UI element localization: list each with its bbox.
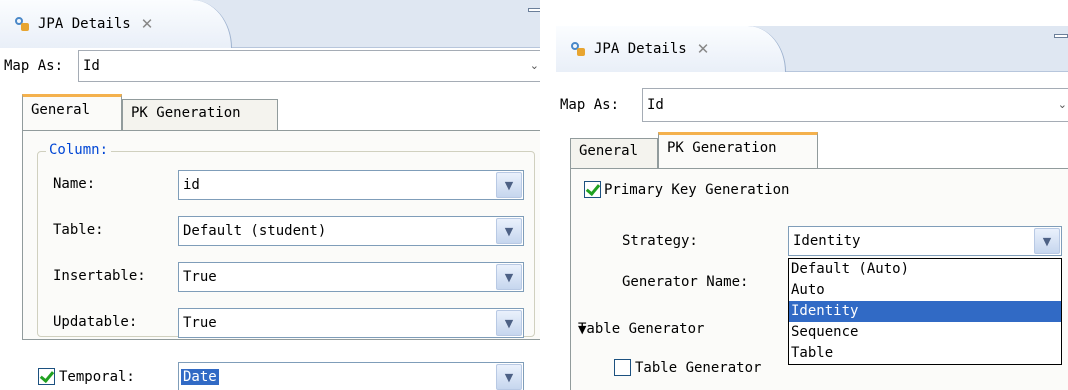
close-icon[interactable]: ✕ [141, 15, 154, 33]
insertable-label: Insertable: [53, 268, 146, 284]
map-as-combo[interactable]: Id ⌄ [642, 88, 1068, 122]
tab-strip: General PK Generation [570, 132, 1068, 168]
strategy-dropdown-list: Default (Auto) Auto Identity Sequence Ta… [788, 258, 1062, 365]
strategy-combo[interactable]: Identity ▼ [788, 226, 1062, 256]
panel-edge [540, 0, 548, 390]
view-title: JPA Details [594, 41, 687, 57]
strategy-option-selected[interactable]: Identity [789, 301, 1061, 322]
table-label: Table: [53, 222, 104, 238]
view-tab-bar: JPA Details ✕ [556, 26, 1068, 72]
generator-name-label: Generator Name: [622, 274, 749, 290]
tab-pk-generation[interactable]: PK Generation [658, 132, 818, 168]
view-title: JPA Details [38, 16, 131, 32]
strategy-value: Identity [793, 233, 861, 249]
expanded-triangle-icon[interactable]: ▼ [578, 323, 586, 336]
table-generator-section-label: Table Generator [578, 321, 705, 337]
updatable-value: True [183, 315, 217, 331]
jpa-icon [570, 41, 586, 57]
name-value: id [183, 177, 200, 193]
chevron-down-icon[interactable]: ▼ [496, 264, 522, 290]
chevron-down-icon[interactable]: ⌄ [530, 59, 539, 72]
temporal-row: Temporal: [38, 368, 135, 385]
jpa-details-view-right: JPA Details ✕ Map As: Id ⌄ General PK Ge… [556, 26, 1068, 390]
chevron-down-icon[interactable]: ▼ [496, 172, 522, 198]
chevron-down-icon[interactable]: ⌄ [1058, 98, 1067, 111]
table-combo[interactable]: Default (student) ▼ [178, 216, 524, 246]
name-label: Name: [53, 176, 96, 192]
strategy-option[interactable]: Sequence [789, 322, 1061, 343]
pk-generation-row: Primary Key Generation [584, 181, 789, 198]
tab-strip: General PK Generation [22, 94, 542, 130]
chevron-down-icon[interactable]: ▼ [1034, 228, 1060, 254]
map-as-value: Id [83, 58, 100, 74]
strategy-label: Strategy: [622, 233, 698, 249]
insertable-combo[interactable]: True ▼ [178, 262, 524, 292]
view-tab-jpa-details[interactable]: JPA Details ✕ [556, 26, 786, 72]
map-as-label: Map As: [560, 97, 620, 113]
name-combo[interactable]: id ▼ [178, 170, 524, 200]
view-tab-jpa-details[interactable]: JPA Details ✕ [0, 0, 232, 48]
updatable-combo[interactable]: True ▼ [178, 308, 524, 338]
tab-general[interactable]: General [570, 138, 658, 168]
column-group-label: Column: [46, 142, 112, 158]
temporal-checkbox[interactable] [38, 368, 55, 385]
primary-key-generation-checkbox[interactable] [584, 181, 601, 198]
temporal-label: Temporal: [59, 368, 135, 385]
strategy-option[interactable]: Table [789, 343, 1061, 364]
view-tab-bar: JPA Details ✕ [0, 0, 548, 48]
chevron-down-icon[interactable]: ▼ [496, 364, 522, 390]
primary-key-generation-label: Primary Key Generation [604, 181, 790, 198]
temporal-value: Date [181, 369, 219, 385]
chevron-down-icon[interactable]: ▼ [496, 310, 522, 336]
temporal-combo[interactable]: Date ▼ [178, 362, 524, 390]
table-value: Default (student) [183, 223, 327, 239]
insertable-value: True [183, 269, 217, 285]
map-as-value: Id [647, 97, 664, 113]
jpa-details-view-left: JPA Details ✕ Map As: Id ⌄ General PK Ge… [0, 0, 548, 390]
updatable-label: Updatable: [53, 314, 138, 330]
close-icon[interactable]: ✕ [697, 40, 710, 58]
chevron-down-icon[interactable]: ▼ [496, 218, 522, 244]
tab-pk-generation[interactable]: PK Generation [122, 99, 278, 130]
minimize-icon[interactable] [1054, 34, 1068, 38]
jpa-icon [14, 16, 30, 32]
strategy-option[interactable]: Default (Auto) [789, 259, 1061, 280]
table-generator-check-label: Table Generator [635, 359, 762, 376]
table-generator-section[interactable]: ▼ Table Generator [578, 321, 704, 337]
strategy-option[interactable]: Auto [789, 280, 1061, 301]
table-generator-checkbox[interactable] [614, 359, 631, 376]
tab-general[interactable]: General [22, 94, 122, 130]
map-as-combo[interactable]: Id ⌄ [78, 50, 548, 82]
table-generator-check-row: Table Generator [614, 359, 761, 376]
